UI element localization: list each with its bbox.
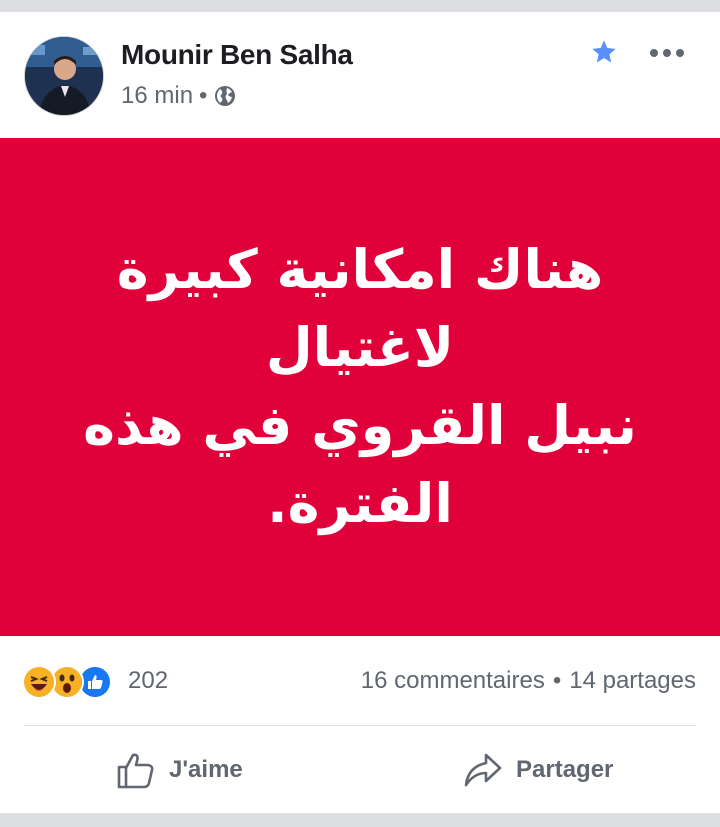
author-name[interactable]: Mounir Ben Salha: [121, 39, 353, 71]
share-arrow-icon: [464, 753, 502, 787]
reactions-summary[interactable]: [22, 665, 112, 699]
share-label: Partager: [516, 756, 614, 783]
haha-icon: [22, 665, 56, 699]
like-label: J'aime: [169, 756, 243, 783]
post-time[interactable]: 16 min: [121, 82, 193, 110]
engagement-bar: 202 16 commentaires • 14 partages: [0, 652, 720, 712]
shares-count[interactable]: 14 partages: [569, 667, 696, 695]
meta-separator: •: [199, 82, 208, 109]
post-meta: 16 min •: [121, 82, 237, 110]
divider: [24, 725, 696, 726]
comments-count[interactable]: 16 commentaires: [361, 667, 545, 695]
avatar-image: [25, 37, 103, 115]
star-icon[interactable]: [590, 38, 618, 66]
thumbs-up-icon: [117, 753, 154, 789]
like-button[interactable]: J'aime: [115, 747, 243, 793]
action-bar: J'aime Partager: [0, 735, 720, 805]
globe-icon: [213, 84, 237, 108]
reaction-count[interactable]: 202: [128, 667, 168, 695]
author-avatar[interactable]: [24, 36, 104, 116]
post-image[interactable]: هناك امكانية كبيرة لاغتيال نبيل القروي ف…: [0, 138, 720, 636]
share-button[interactable]: Partager: [462, 747, 613, 793]
more-options-icon[interactable]: [648, 46, 686, 58]
image-text-line-1: هناك امكانية كبيرة لاغتيال: [116, 238, 604, 379]
image-text-line-2: نبيل القروي في هذه الفترة.: [83, 394, 637, 535]
post-header: Mounir Ben Salha 16 min •: [0, 12, 720, 138]
image-text: هناك امكانية كبيرة لاغتيال نبيل القروي ف…: [40, 231, 680, 543]
post-card: Mounir Ben Salha 16 min • هناك امكانية ك…: [0, 12, 720, 813]
stats-separator: •: [552, 667, 562, 694]
comments-shares: 16 commentaires • 14 partages: [361, 667, 696, 695]
